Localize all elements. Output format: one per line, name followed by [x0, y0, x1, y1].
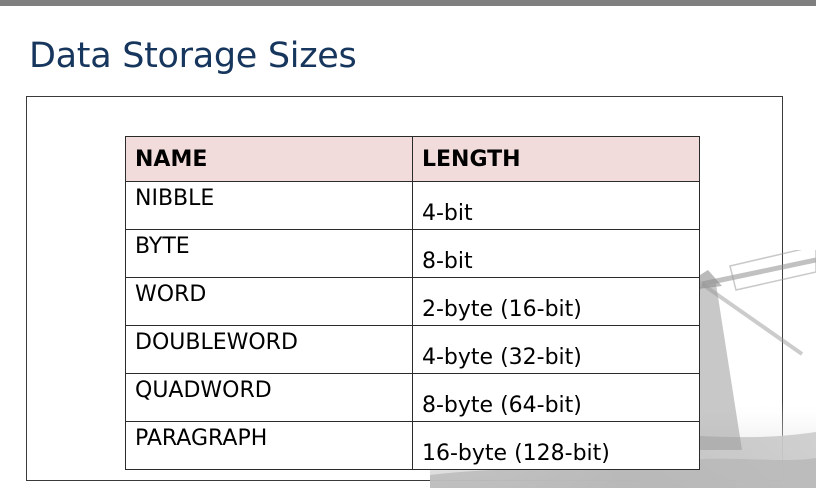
column-header-length: LENGTH — [412, 136, 700, 182]
column-header-name: NAME — [125, 136, 413, 182]
table-row: QUADWORD 8-byte (64-bit) — [125, 373, 700, 422]
cell-length: 16-byte (128-bit) — [412, 421, 700, 470]
cell-name: NIBBLE — [125, 181, 413, 230]
cell-length: 8-bit — [412, 229, 700, 278]
cell-length: 4-byte (32-bit) — [412, 325, 700, 374]
slide-title: Data Storage Sizes — [29, 36, 357, 76]
cell-name: QUADWORD — [125, 373, 413, 422]
table-row: BYTE 8-bit — [125, 229, 700, 278]
top-divider-bar — [0, 0, 816, 6]
cell-name: BYTE — [125, 229, 413, 278]
table-row: PARAGRAPH 16-byte (128-bit) — [125, 421, 700, 470]
table-row: NIBBLE 4-bit — [125, 181, 700, 230]
cell-length: 8-byte (64-bit) — [412, 373, 700, 422]
cell-length: 4-bit — [412, 181, 700, 230]
cell-name: WORD — [125, 277, 413, 326]
table-header-row: NAME LENGTH — [125, 136, 700, 182]
cell-name: DOUBLEWORD — [125, 325, 413, 374]
cell-length: 2-byte (16-bit) — [412, 277, 700, 326]
table-row: WORD 2-byte (16-bit) — [125, 277, 700, 326]
table-row: DOUBLEWORD 4-byte (32-bit) — [125, 325, 700, 374]
data-sizes-table: NAME LENGTH NIBBLE 4-bit BYTE 8-bit WORD… — [125, 136, 700, 470]
cell-name: PARAGRAPH — [125, 421, 413, 470]
